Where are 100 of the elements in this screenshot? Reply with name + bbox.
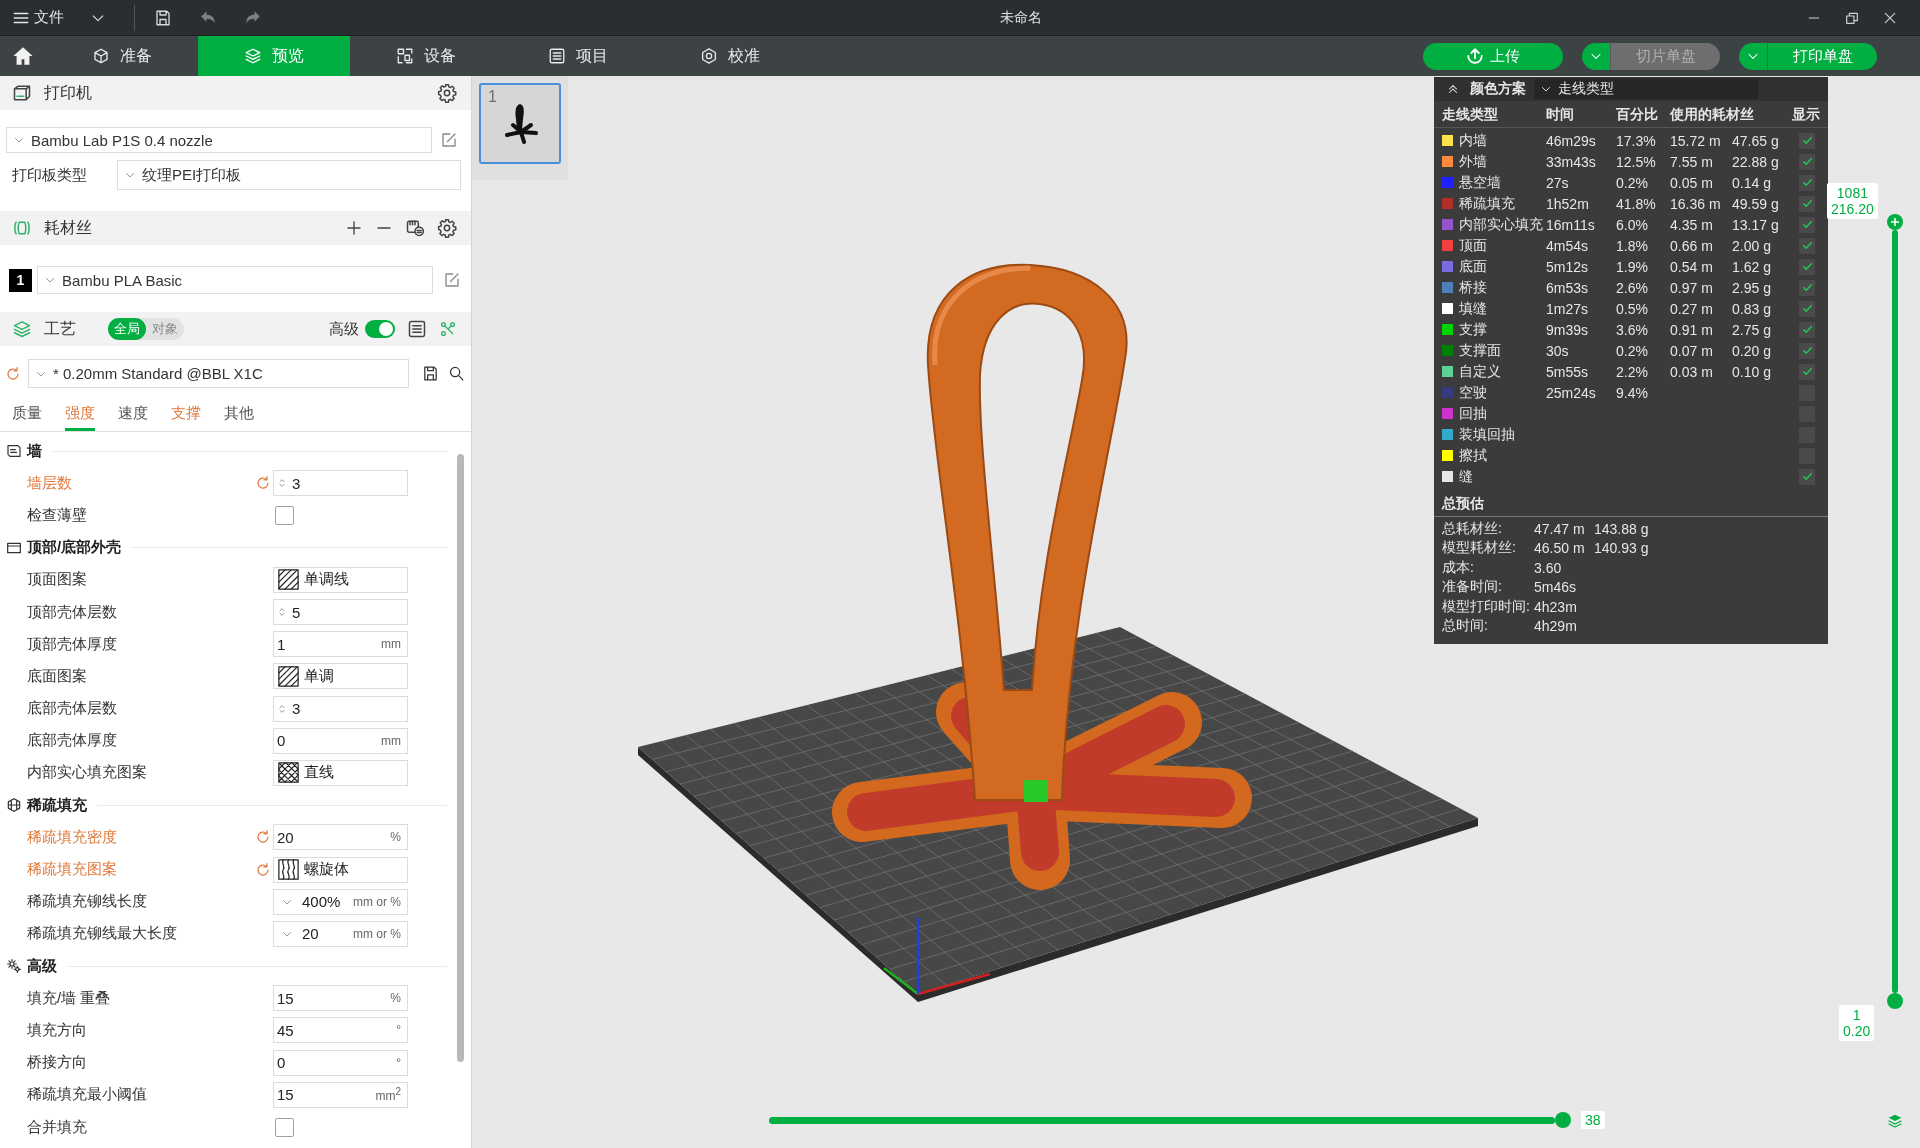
- combo-field[interactable]: 400% mm or %: [273, 888, 408, 915]
- length-value: 0.27 m: [1670, 300, 1713, 317]
- visibility-checkbox[interactable]: [1799, 132, 1815, 149]
- setting-label: 填充/墙 重叠: [26, 988, 112, 1008]
- edit-icon[interactable]: [440, 131, 458, 149]
- window-title: 未命名: [1000, 8, 1042, 27]
- slider-handle[interactable]: [1887, 993, 1903, 1009]
- dropdown-button[interactable]: [1582, 42, 1610, 70]
- weight-value: 2.95 g: [1732, 279, 1771, 296]
- setting-label: 稀疏填充密度: [26, 827, 118, 847]
- save-icon[interactable]: [154, 8, 172, 27]
- input-field[interactable]: 15 mm$^{2}$: [273, 1081, 408, 1108]
- checkbox[interactable]: [275, 1117, 294, 1137]
- visibility-checkbox[interactable]: [1799, 237, 1815, 254]
- checkbox[interactable]: [275, 505, 294, 525]
- summary-label: 成本:: [1442, 558, 1475, 577]
- visibility-checkbox[interactable]: [1799, 258, 1815, 275]
- pattern-dropdown[interactable]: 单调: [273, 663, 408, 690]
- visibility-checkbox[interactable]: [1799, 174, 1815, 191]
- main-tab[interactable]: 设备: [350, 36, 502, 76]
- number-stepper-field[interactable]: 3: [273, 470, 408, 497]
- visibility-checkbox[interactable]: [1799, 216, 1815, 233]
- layer-number: 1: [1852, 1007, 1861, 1023]
- settings-tab[interactable]: 质量: [12, 401, 42, 431]
- reset-icon[interactable]: [255, 861, 271, 878]
- pattern-dropdown[interactable]: 螺旋体: [273, 856, 408, 883]
- move-readout: 38: [1581, 1111, 1605, 1129]
- check-icon: [1800, 218, 1814, 231]
- setting-label: 稀疏填充铆线最大长度: [26, 924, 178, 944]
- visibility-checkbox[interactable]: [1799, 153, 1815, 170]
- plus-icon[interactable]: [345, 219, 363, 237]
- scrollbar[interactable]: [457, 454, 464, 1062]
- reset-icon[interactable]: [5, 365, 21, 382]
- percent-value: 1.9%: [1616, 258, 1648, 275]
- input-field[interactable]: 1 mm: [273, 631, 408, 658]
- main-tab[interactable]: 准备: [46, 36, 198, 76]
- length-value: 0.54 m: [1670, 258, 1713, 275]
- printer-dropdown[interactable]: Bambu Lab P1S 0.4 nozzle: [6, 127, 432, 153]
- visibility-checkbox[interactable]: [1799, 279, 1815, 296]
- settings-tab[interactable]: 其他: [224, 401, 254, 431]
- column-header: 显示: [1792, 106, 1821, 124]
- input-field[interactable]: 20 %: [273, 824, 408, 851]
- home-icon[interactable]: [12, 45, 34, 67]
- combo-field[interactable]: 20 mm or %: [273, 920, 408, 947]
- setting-label: 墙层数: [26, 473, 73, 493]
- pattern-dropdown[interactable]: 直线: [273, 759, 408, 786]
- time-value: 25m24s: [1546, 384, 1596, 401]
- layer-height: 0.20: [1843, 1023, 1871, 1039]
- reset-icon[interactable]: [255, 829, 271, 846]
- number-stepper-field[interactable]: 3: [273, 695, 408, 722]
- filament-color-chip[interactable]: 1: [9, 268, 32, 292]
- process-preset-dropdown[interactable]: * 0.20mm Standard @BBL X1C: [28, 359, 409, 388]
- settings-icon[interactable]: [437, 83, 457, 103]
- slider-handle[interactable]: [1887, 214, 1903, 230]
- time-value: 27s: [1546, 174, 1569, 191]
- slider-handle[interactable]: [1555, 1112, 1571, 1128]
- filament-dropdown[interactable]: Bambu PLA Basic: [37, 266, 433, 294]
- main-tab[interactable]: 项目: [502, 36, 654, 76]
- list-icon[interactable]: [407, 319, 427, 339]
- input-field[interactable]: 15 %: [273, 985, 408, 1012]
- cube-icon: [92, 47, 110, 65]
- move-slider-track[interactable]: [769, 1117, 1555, 1124]
- input-field[interactable]: 0 mm: [273, 727, 408, 754]
- time-value: 1m27s: [1546, 300, 1589, 317]
- box-swap-icon[interactable]: [405, 218, 425, 238]
- toggle-switch[interactable]: [365, 320, 395, 338]
- search-icon[interactable]: [448, 365, 465, 382]
- layers-icon[interactable]: [1887, 1113, 1903, 1129]
- visibility-checkbox[interactable]: [1799, 468, 1815, 485]
- main-tab[interactable]: 校准: [654, 36, 806, 76]
- settings-icon[interactable]: [437, 218, 457, 238]
- plate-thumbnail[interactable]: 1: [479, 83, 561, 164]
- check-icon: [1800, 176, 1814, 189]
- number-stepper-field[interactable]: 5: [273, 599, 408, 626]
- dropdown-button[interactable]: [1739, 42, 1767, 70]
- collapse-icon[interactable]: [1446, 82, 1460, 96]
- layer-slider-track[interactable]: [1892, 230, 1898, 993]
- percent-value: 41.8%: [1616, 195, 1656, 212]
- input-field[interactable]: 0 °: [273, 1049, 408, 1076]
- visibility-checkbox[interactable]: [1799, 300, 1815, 317]
- layers-icon: [244, 47, 262, 65]
- visibility-checkbox[interactable]: [1799, 195, 1815, 212]
- visibility-checkbox[interactable]: [1799, 321, 1815, 338]
- nodes-icon[interactable]: [439, 320, 457, 338]
- length-value: 0.05 m: [1670, 174, 1713, 191]
- input-field[interactable]: 45 °: [273, 1017, 408, 1044]
- plate-type-dropdown[interactable]: 纹理PEI打印板: [117, 160, 461, 190]
- reset-icon[interactable]: [255, 475, 271, 492]
- file-menu-button[interactable]: 文件: [12, 3, 64, 32]
- edit-icon[interactable]: [443, 271, 461, 289]
- settings-tab[interactable]: 速度: [118, 401, 148, 431]
- visibility-checkbox[interactable]: [1799, 363, 1815, 380]
- length-value: 0.97 m: [1670, 279, 1713, 296]
- pattern-dropdown[interactable]: 单调线: [273, 566, 408, 593]
- save-icon[interactable]: [422, 365, 439, 382]
- check-icon: [1800, 260, 1814, 273]
- color-scheme-dropdown[interactable]: 走线类型: [1534, 79, 1758, 99]
- visibility-checkbox[interactable]: [1799, 342, 1815, 359]
- column-header: 使用的耗材丝: [1670, 106, 1755, 124]
- check-icon: [1800, 281, 1814, 294]
